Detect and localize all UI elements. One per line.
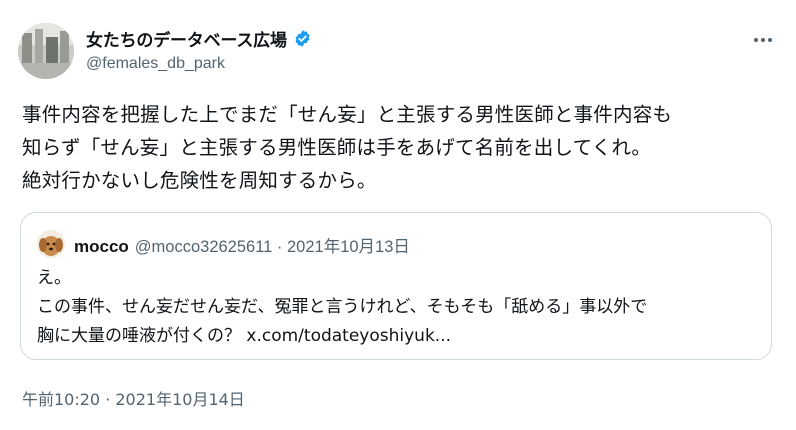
tweet-text: 事件内容を把握した上でまだ「せん妄」と主張する男性医師と事件内容も 知らず「せん… [22,103,673,192]
author-avatar[interactable] [18,23,74,79]
quoted-header: mocco @mocco32625611 · 2021年10月13日 [74,233,410,257]
quoted-tweet[interactable]: mocco @mocco32625611 · 2021年10月13日 え。 この… [20,212,772,360]
quoted-meta: @mocco32625611 · 2021年10月13日 [134,238,410,256]
author-handle[interactable]: @females_db_park [86,55,225,73]
quoted-text: え。 この事件、せん妄だせん妄だ、冤罪と言うけれど、そもそも「舐める」事以外で … [37,268,648,346]
author-display-name[interactable]: 女たちのデータベース広場 [86,26,287,51]
tweet-timestamp[interactable]: 午前10:20 · 2021年10月14日 [22,386,245,410]
more-horizontal-icon [754,38,758,42]
verified-badge-icon [293,29,312,48]
more-options-button[interactable] [748,28,778,52]
quoted-author-name[interactable]: mocco [74,237,129,257]
author-name-row[interactable]: 女たちのデータベース広場 [86,26,312,51]
quoted-author-avatar [37,230,65,258]
